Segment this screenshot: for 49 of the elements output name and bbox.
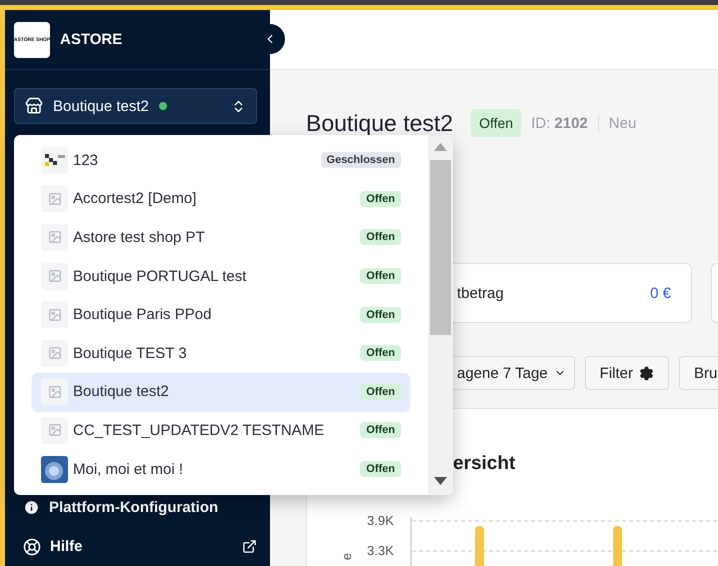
store-select[interactable]: Boutique test2 [14, 88, 257, 124]
status-badge: Offen [360, 190, 401, 207]
axis-label: e [339, 552, 354, 560]
store-name: Boutique test2 [73, 383, 170, 400]
store-name: 123 [73, 152, 100, 169]
lifebuoy-icon [23, 538, 41, 556]
store-option[interactable]: Boutique Paris PPod Offen [32, 295, 410, 334]
nav-item[interactable]: Hilfe [5, 527, 270, 566]
store-name: Boutique TEST 3 [73, 344, 188, 362]
store-name: Astore test shop PT [73, 228, 206, 246]
store-option[interactable]: Accortest2 [Demo] Offen [32, 180, 410, 218]
store-option[interactable]: Boutique TEST 3 Offen [32, 334, 410, 373]
chart-title: ersicht [453, 453, 516, 475]
status-badge: Offen [360, 229, 401, 246]
tick-label: 3.3K [367, 543, 394, 558]
store-option[interactable]: CC_TEST_UPDATEDV2 TESTNAME Offen [32, 411, 410, 450]
store-option[interactable]: Moi, moi et moi ! Offen [32, 450, 410, 488]
toolbar-button[interactable]: Bru [679, 356, 718, 390]
store-option[interactable]: 123 Geschlossen [32, 141, 410, 180]
store-name: Moi, moi et moi ! [73, 460, 184, 478]
store-tag: Neu [598, 114, 636, 132]
nav-item[interactable]: Plattform-Konfiguration [5, 488, 270, 527]
status-badge: Offen [360, 345, 401, 362]
gear-icon [639, 366, 654, 380]
store-option[interactable]: Boutique test2 Offen [32, 372, 410, 412]
status-badge: Offen [360, 306, 401, 323]
stat-value: 0 € [650, 284, 671, 302]
store-icon [25, 97, 43, 115]
status-badge: Offen [471, 109, 522, 137]
scroll-down-icon[interactable] [434, 477, 447, 485]
status-badge: Offen [360, 422, 401, 438]
tick-label: 3.9K [367, 513, 394, 528]
status-badge: Offen [360, 268, 401, 284]
status-badge: Offen [360, 461, 401, 478]
status-badge: Geschlossen [320, 152, 401, 168]
stat-label: tbetrag [457, 284, 504, 302]
brand-name: ASTORE [60, 31, 122, 48]
store-id: ID: 2102 [531, 114, 588, 132]
store-option[interactable]: Astore test shop PT Offen [32, 218, 410, 257]
store-option[interactable]: Boutique PORTUGAL test Offen [32, 256, 410, 296]
toolbar-button[interactable]: Filter [584, 356, 669, 390]
scrollbar[interactable] [428, 135, 453, 495]
store-name: Accortest2 [Demo] [73, 190, 198, 208]
status-badge: Offen [360, 384, 401, 400]
page-title: Boutique test2 [306, 110, 454, 136]
store-name: Boutique Paris PPod [73, 306, 212, 324]
store-name: CC_TEST_UPDATEDV2 TESTNAME [73, 422, 326, 439]
info-icon [23, 499, 40, 516]
store-name: Boutique PORTUGAL test [73, 268, 248, 285]
